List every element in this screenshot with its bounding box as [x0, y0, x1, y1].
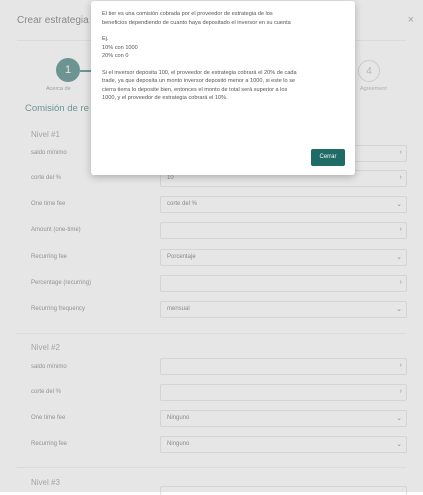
- close-button[interactable]: Cerrar: [311, 149, 345, 166]
- popup-text: trade, ya que deposita un monto inversor…: [102, 78, 296, 84]
- popup-example-2: 20% con 0: [102, 53, 129, 59]
- app-window: Crear estrategia × 1 Acerca de 4 Agreeme…: [0, 0, 423, 495]
- popup-example-1: 10% con 1000: [102, 44, 138, 51]
- popup-example-label: Ej.: [102, 36, 109, 42]
- tier-info-popup: El tier es una comisión cobrada por el p…: [91, 1, 355, 175]
- popup-text: Si el inversor deposita 100, el proveedo…: [102, 69, 297, 76]
- popup-text: El tier es una comisión cobrada por el p…: [102, 11, 273, 17]
- popup-text: 1000, y el proveedor de estrategia cobra…: [102, 95, 228, 101]
- popup-text: cierra tierra lo deposite bien, entonces…: [102, 86, 288, 93]
- popup-text: beneficios dependiendo de cuanto haya de…: [102, 19, 291, 26]
